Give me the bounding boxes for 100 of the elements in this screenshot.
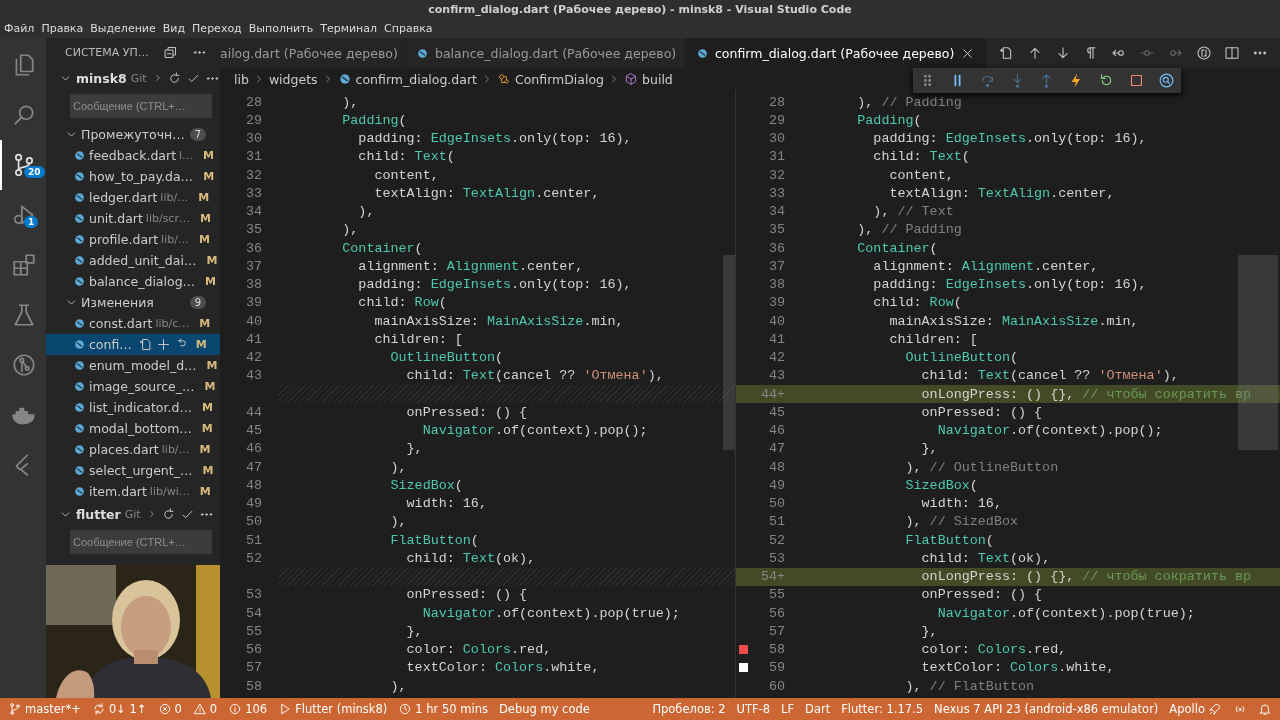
line-number: 58 — [244, 678, 263, 694]
menu-item[interactable]: Выполнить — [248, 21, 314, 35]
code-line: ), // OutlineButton — [904, 459, 1059, 475]
status-item[interactable]: Dart — [805, 702, 831, 716]
line-number: 47 — [767, 441, 786, 457]
open-file-icon[interactable] — [137, 337, 153, 352]
commit-message-field[interactable]: Сообщение (CTRL+… — [70, 530, 212, 554]
status-item[interactable]: Debug my code — [498, 702, 590, 716]
status-item[interactable]: 0↓ 1↑ — [91, 702, 147, 716]
breadcrumb[interactable]: widgets — [268, 71, 318, 87]
code-line: padding: EdgeInsets.only(top: 16), — [357, 277, 632, 293]
status-item[interactable]: 1 hr 50 mins — [398, 702, 488, 716]
line-number: 43 — [244, 368, 263, 384]
menu-item[interactable]: Терминал — [320, 21, 378, 35]
activity-bar-button[interactable]: 1 — [0, 190, 46, 240]
code-line: }, — [405, 441, 423, 457]
changed-file-item[interactable]: balance_dialog… M — [46, 271, 220, 292]
line-number: 54+ — [759, 569, 786, 585]
changed-file-item[interactable]: ledger.dart lib/… M — [46, 187, 220, 208]
bell-icon[interactable] — [1258, 702, 1272, 716]
collapse-all-icon[interactable] — [162, 44, 178, 60]
scrollbar-thumb[interactable] — [723, 255, 735, 450]
status-item[interactable]: Flutter (minsk8) — [278, 702, 388, 716]
changed-file-item[interactable]: select_urgent_… M — [46, 460, 220, 481]
repository-name[interactable]: flutter — [76, 506, 121, 522]
dart-file-icon — [73, 212, 86, 225]
status-item[interactable]: Flutter: 1.17.5 — [841, 702, 924, 716]
code-line: padding: EdgeInsets.only(top: 16), — [872, 131, 1147, 147]
code-line: child: Text(ok), — [920, 550, 1051, 566]
line-number: 38 — [767, 277, 786, 293]
status-item[interactable]: 0 — [157, 702, 182, 716]
dart-file-icon — [73, 422, 86, 435]
line-number: 29 — [244, 112, 263, 128]
status-item[interactable]: 0 — [192, 702, 218, 716]
code-line: alignment: Alignment.center, — [357, 258, 584, 274]
status-item[interactable]: master*+ — [8, 702, 81, 716]
status-item[interactable]: 106 — [228, 702, 268, 716]
menu-item[interactable]: Справка — [384, 21, 433, 35]
line-number: 53 — [767, 550, 786, 566]
compare-icon[interactable] — [1195, 45, 1212, 61]
menu-item[interactable]: Выделение — [90, 21, 156, 35]
changed-file-item[interactable]: image_source_… M — [46, 376, 220, 397]
code-line: ), // Padding — [856, 222, 962, 238]
line-number: 43 — [767, 368, 786, 384]
git-graph-icon[interactable] — [11, 352, 37, 378]
menu-item[interactable]: Вид — [162, 21, 186, 35]
code-line: OutlineButton( — [389, 350, 503, 366]
changed-file-item[interactable]: profile.dart lib/… M — [46, 229, 220, 250]
scrollbar-thumb[interactable] — [1238, 255, 1278, 450]
changed-file-item[interactable]: unit.dart lib/scr… M — [46, 208, 220, 229]
dart-file-icon — [73, 380, 86, 393]
line-number: 38 — [244, 277, 263, 293]
line-number: 32 — [767, 167, 786, 183]
line-number: 54 — [244, 605, 263, 621]
group-label[interactable]: Изменения — [81, 295, 187, 310]
editor-tab[interactable]: ailog.dart (Рабочее дерево) — [220, 38, 406, 68]
menu-item[interactable]: Переход — [192, 21, 242, 35]
plus-icon[interactable] — [155, 337, 171, 352]
changed-file-item[interactable]: feedback.dart l… M — [46, 145, 220, 166]
changed-file-item[interactable]: enum_model_d… M — [46, 355, 220, 376]
inspect-icon[interactable] — [1157, 72, 1175, 89]
changed-file-item[interactable]: places.dart lib/… M — [46, 439, 220, 460]
changed-file-item[interactable]: list_indicator.d… M — [46, 397, 220, 418]
changed-file-item[interactable]: item.dart lib/wi… M — [46, 481, 220, 502]
status-item[interactable]: Apollo — [1169, 702, 1222, 716]
line-number: 36 — [767, 240, 786, 256]
code-line: Navigator.of(context).pop(true); — [936, 605, 1195, 621]
changed-file-item[interactable]: how_to_pay.da… M — [46, 166, 220, 187]
line-number: 48 — [767, 459, 786, 475]
menu-item[interactable]: Файл — [4, 21, 35, 35]
status-item[interactable]: Пробелов: 2 — [652, 702, 726, 716]
code-line: child: Row( — [872, 295, 962, 311]
dart-file-icon — [73, 254, 86, 267]
commit-message-field[interactable]: Сообщение (CTRL+… — [70, 94, 212, 118]
changed-file-item[interactable]: confi… M — [46, 334, 220, 355]
status-item[interactable]: Nexus 7 API 23 (android-x86 emulator) — [934, 702, 1159, 716]
breadcrumb[interactable]: build — [624, 71, 673, 87]
breadcrumb[interactable]: confirm_dialog.dart — [337, 71, 477, 87]
breadcrumb[interactable]: lib — [234, 71, 249, 87]
line-number: 32 — [244, 167, 263, 183]
breadcrumb[interactable]: ConfirmDialog — [496, 71, 605, 87]
line-number: 28 — [767, 94, 786, 110]
code-line: Navigator.of(context).pop(); — [936, 423, 1163, 439]
changed-file-item[interactable]: const.dart lib/c… M — [46, 313, 220, 334]
extensions-icon[interactable] — [11, 252, 37, 278]
line-number: 36 — [244, 240, 263, 256]
changed-file-item[interactable]: added_unit_dai… M — [46, 250, 220, 271]
menu-item[interactable]: Правка — [41, 21, 84, 35]
group-label[interactable]: Промежуточн… — [81, 127, 187, 142]
split-editor-icon[interactable] — [1223, 45, 1240, 61]
status-item[interactable]: LF — [781, 702, 795, 716]
code-line: Padding( — [856, 112, 922, 128]
repository-name[interactable]: minsk8 — [76, 70, 127, 86]
code-line: child: Text( — [872, 149, 970, 165]
changed-file-item[interactable]: modal_bottom… M — [46, 418, 220, 439]
code-line: width: 16, — [405, 496, 487, 512]
line-number: 39 — [767, 295, 786, 311]
editor-tab[interactable]: confirm_dialog.dart (Рабочее дерево) — [686, 38, 987, 68]
status-item[interactable]: UTF-8 — [736, 702, 771, 716]
line-number: 31 — [767, 149, 786, 165]
